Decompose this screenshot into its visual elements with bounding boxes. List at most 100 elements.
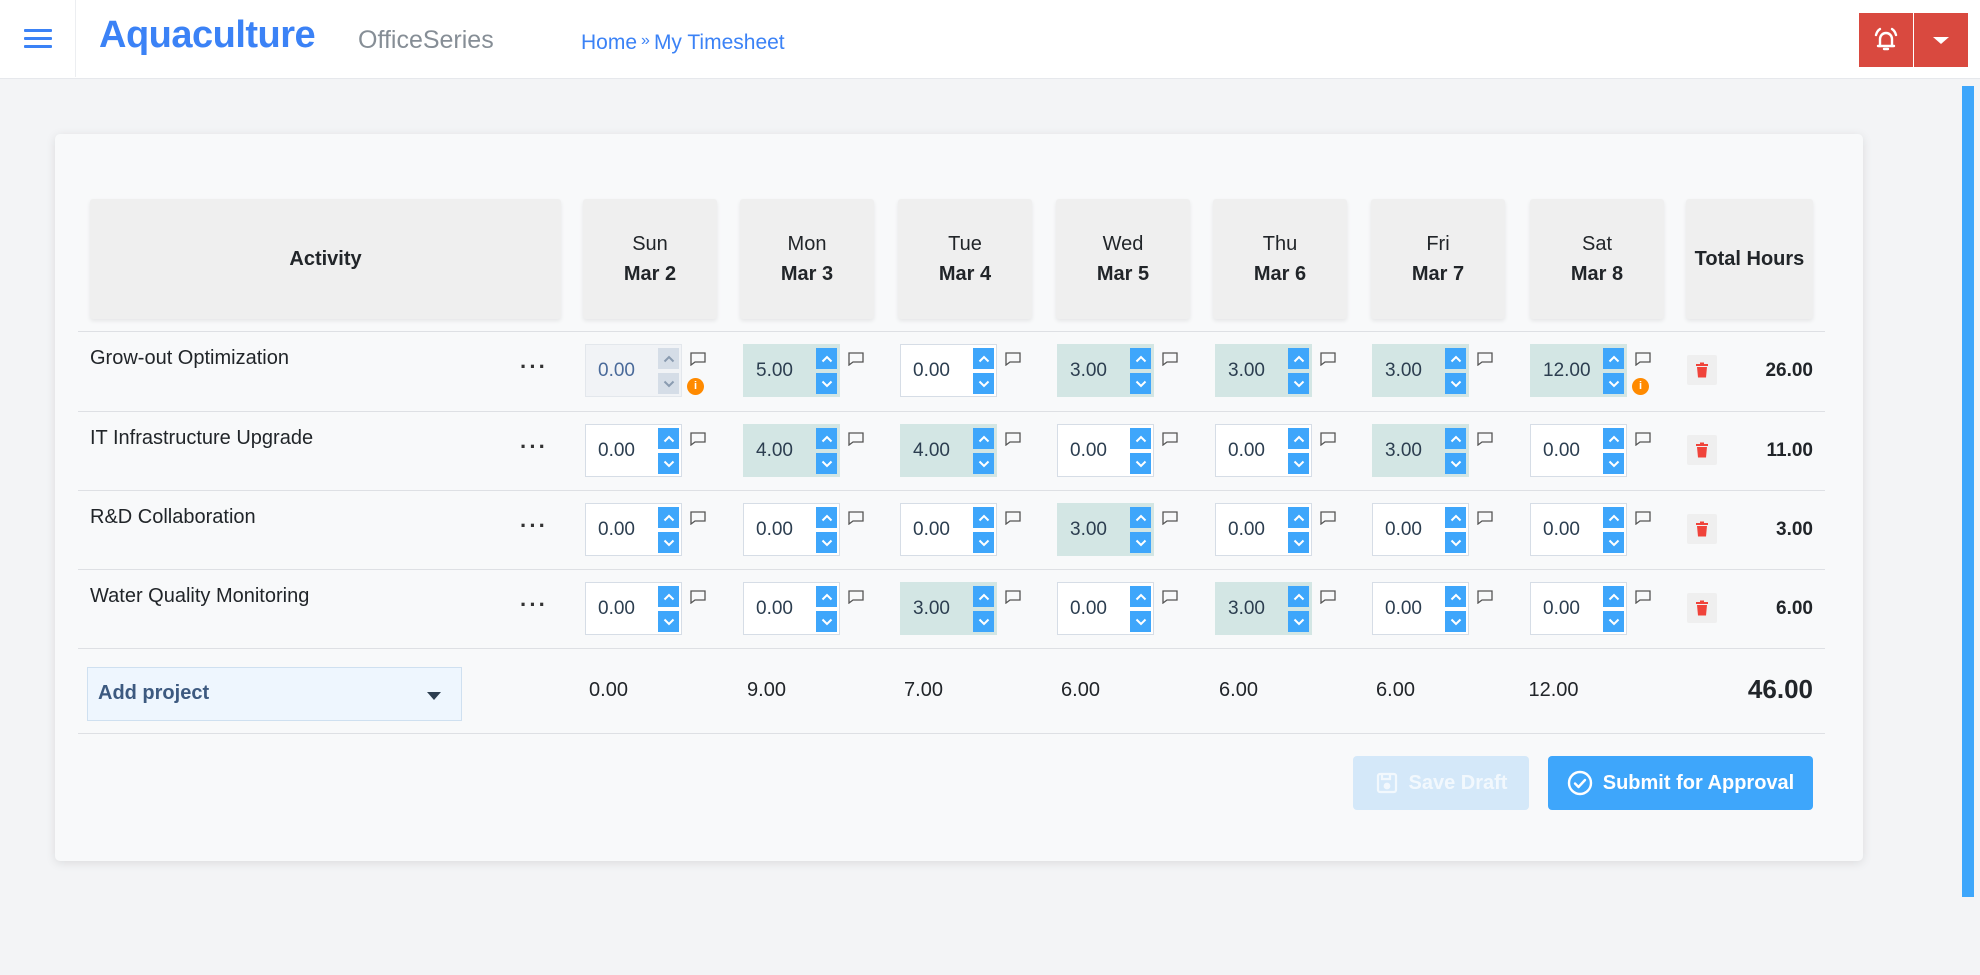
decrement-button[interactable] bbox=[1288, 453, 1309, 474]
hours-input[interactable] bbox=[901, 345, 969, 396]
notifications-button[interactable] bbox=[1859, 13, 1913, 67]
decrement-button[interactable] bbox=[1445, 532, 1466, 553]
hours-input[interactable] bbox=[901, 425, 969, 476]
hours-stepper[interactable] bbox=[1530, 582, 1627, 635]
increment-button[interactable] bbox=[816, 348, 837, 369]
more-options-button[interactable]: ··· bbox=[520, 356, 548, 378]
comment-icon[interactable] bbox=[848, 511, 864, 526]
comment-icon[interactable] bbox=[1005, 511, 1021, 526]
hours-stepper[interactable] bbox=[900, 503, 997, 556]
comment-icon[interactable] bbox=[690, 432, 706, 447]
increment-button[interactable] bbox=[1445, 507, 1466, 528]
hours-input[interactable] bbox=[1216, 504, 1284, 555]
comment-icon[interactable] bbox=[1477, 590, 1493, 605]
decrement-button[interactable] bbox=[1130, 453, 1151, 474]
hours-input[interactable] bbox=[1373, 425, 1441, 476]
hours-input[interactable] bbox=[1373, 345, 1441, 396]
page-scrollbar[interactable] bbox=[1962, 86, 1974, 897]
increment-button[interactable] bbox=[973, 428, 994, 449]
hours-stepper[interactable] bbox=[585, 424, 682, 477]
hours-stepper[interactable] bbox=[743, 503, 840, 556]
hours-input[interactable] bbox=[1058, 583, 1126, 634]
hours-stepper[interactable] bbox=[1372, 344, 1469, 397]
decrement-button[interactable] bbox=[1130, 532, 1151, 553]
increment-button[interactable] bbox=[1288, 586, 1309, 607]
comment-icon[interactable] bbox=[848, 590, 864, 605]
hours-input[interactable] bbox=[744, 345, 812, 396]
hours-input[interactable] bbox=[586, 425, 654, 476]
increment-button[interactable] bbox=[1603, 348, 1624, 369]
increment-button[interactable] bbox=[816, 586, 837, 607]
increment-button[interactable] bbox=[816, 428, 837, 449]
comment-icon[interactable] bbox=[690, 352, 706, 367]
delete-row-button[interactable] bbox=[1687, 593, 1717, 623]
increment-button[interactable] bbox=[658, 586, 679, 607]
comment-icon[interactable] bbox=[1162, 352, 1178, 367]
comment-icon[interactable] bbox=[1162, 590, 1178, 605]
hours-input[interactable] bbox=[586, 583, 654, 634]
decrement-button[interactable] bbox=[658, 532, 679, 553]
hours-input[interactable] bbox=[1058, 345, 1126, 396]
more-options-button[interactable]: ··· bbox=[520, 436, 548, 458]
add-project-select[interactable]: Add project bbox=[87, 667, 462, 721]
decrement-button[interactable] bbox=[1603, 453, 1624, 474]
increment-button[interactable] bbox=[1130, 428, 1151, 449]
comment-icon[interactable] bbox=[1320, 590, 1336, 605]
hours-stepper[interactable] bbox=[900, 424, 997, 477]
decrement-button[interactable] bbox=[1130, 611, 1151, 632]
decrement-button[interactable] bbox=[658, 453, 679, 474]
increment-button[interactable] bbox=[1603, 507, 1624, 528]
hours-input[interactable] bbox=[744, 583, 812, 634]
comment-icon[interactable] bbox=[1635, 590, 1651, 605]
delete-row-button[interactable] bbox=[1687, 355, 1717, 385]
comment-icon[interactable] bbox=[690, 511, 706, 526]
comment-icon[interactable] bbox=[1635, 511, 1651, 526]
hours-stepper[interactable] bbox=[1530, 503, 1627, 556]
hours-input[interactable] bbox=[1531, 583, 1599, 634]
increment-button[interactable] bbox=[973, 348, 994, 369]
decrement-button[interactable] bbox=[816, 373, 837, 394]
increment-button[interactable] bbox=[658, 507, 679, 528]
hours-input[interactable] bbox=[1058, 425, 1126, 476]
hours-input[interactable] bbox=[1531, 345, 1599, 396]
decrement-button[interactable] bbox=[973, 453, 994, 474]
delete-row-button[interactable] bbox=[1687, 435, 1717, 465]
comment-icon[interactable] bbox=[1005, 590, 1021, 605]
info-icon[interactable]: i bbox=[687, 378, 704, 395]
delete-row-button[interactable] bbox=[1687, 514, 1717, 544]
decrement-button[interactable] bbox=[816, 611, 837, 632]
hamburger-menu-icon[interactable] bbox=[24, 29, 52, 49]
submit-for-approval-button[interactable]: Submit for Approval bbox=[1548, 756, 1813, 810]
increment-button[interactable] bbox=[1288, 507, 1309, 528]
hours-input[interactable] bbox=[744, 504, 812, 555]
decrement-button[interactable] bbox=[1288, 532, 1309, 553]
comment-icon[interactable] bbox=[1635, 432, 1651, 447]
comment-icon[interactable] bbox=[848, 352, 864, 367]
hours-stepper[interactable] bbox=[1215, 344, 1312, 397]
increment-button[interactable] bbox=[1288, 428, 1309, 449]
hours-input[interactable] bbox=[1216, 345, 1284, 396]
comment-icon[interactable] bbox=[1477, 511, 1493, 526]
increment-button[interactable] bbox=[1603, 586, 1624, 607]
more-options-button[interactable]: ··· bbox=[520, 594, 548, 616]
hours-stepper[interactable] bbox=[1372, 582, 1469, 635]
hours-stepper[interactable] bbox=[1057, 424, 1154, 477]
increment-button[interactable] bbox=[973, 507, 994, 528]
more-options-button[interactable]: ··· bbox=[520, 515, 548, 537]
hours-input[interactable] bbox=[1373, 583, 1441, 634]
comment-icon[interactable] bbox=[1162, 511, 1178, 526]
comment-icon[interactable] bbox=[690, 590, 706, 605]
hours-input[interactable] bbox=[586, 504, 654, 555]
hours-stepper[interactable] bbox=[1372, 424, 1469, 477]
increment-button[interactable] bbox=[658, 428, 679, 449]
decrement-button[interactable] bbox=[973, 373, 994, 394]
hours-input[interactable] bbox=[901, 504, 969, 555]
decrement-button[interactable] bbox=[658, 373, 679, 394]
hours-stepper[interactable] bbox=[1215, 582, 1312, 635]
comment-icon[interactable] bbox=[1005, 432, 1021, 447]
decrement-button[interactable] bbox=[1603, 373, 1624, 394]
comment-icon[interactable] bbox=[1320, 352, 1336, 367]
hours-stepper[interactable] bbox=[1057, 503, 1154, 556]
breadcrumb-my-timesheet[interactable]: My Timesheet bbox=[654, 31, 785, 54]
hours-stepper[interactable] bbox=[743, 344, 840, 397]
